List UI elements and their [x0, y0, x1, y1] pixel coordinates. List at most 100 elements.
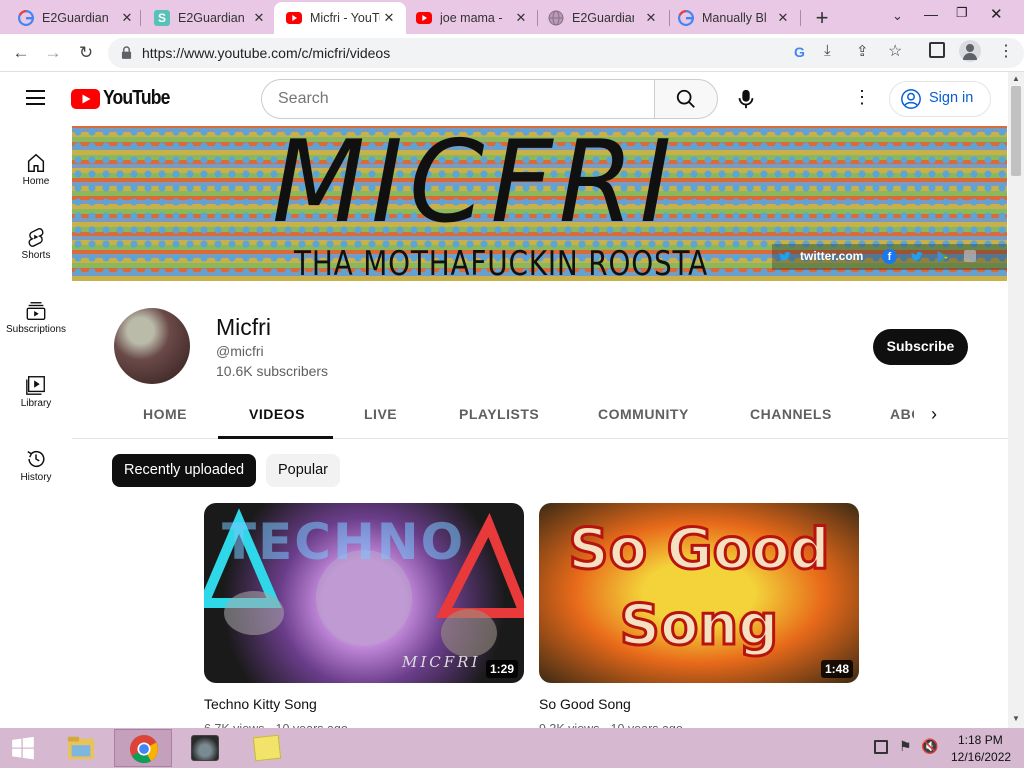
address-bar[interactable]: https://www.youtube.com/c/micfri/videos …	[108, 38, 1024, 68]
close-tab-icon[interactable]: ✕	[774, 9, 792, 27]
browser-tab-micfri-youtube[interactable]: Micfri - YouTube ✕	[274, 2, 406, 34]
action-center-flag-icon[interactable]: ⚑	[899, 738, 912, 755]
profile-avatar-icon[interactable]	[959, 40, 981, 62]
settings-menu-icon[interactable]: ⋮	[853, 87, 871, 108]
forward-button[interactable]: →	[40, 40, 66, 66]
google-lens-icon[interactable]: G	[794, 44, 805, 60]
tab-search-chevron-icon[interactable]: ⌄	[892, 8, 903, 24]
tab-about[interactable]: ABOUT	[890, 406, 914, 422]
sticky-notes-icon	[252, 734, 282, 762]
subscriber-count: 10.6K subscribers	[216, 363, 329, 379]
google-icon	[18, 10, 34, 26]
more-links-icon[interactable]	[964, 250, 976, 262]
browser-tab-e2guardian-2[interactable]: S E2Guardian ✕	[142, 2, 272, 34]
channel-name: Micfri	[216, 314, 271, 340]
chip-popular[interactable]: Popular	[266, 454, 340, 487]
youtube-wordmark: YouTube	[103, 87, 170, 109]
google-icon	[678, 10, 694, 26]
chip-recently-uploaded[interactable]: Recently uploaded	[112, 454, 257, 487]
tab-videos[interactable]: VIDEOS	[249, 406, 305, 422]
tab-home[interactable]: HOME	[143, 406, 187, 422]
guide-item-history[interactable]: History	[0, 432, 72, 506]
video-thumbnail[interactable]: TECHNO MICFRI 1:29	[204, 503, 524, 683]
search-button[interactable]	[654, 79, 718, 119]
tab-divider	[537, 10, 538, 26]
browser-menu-icon[interactable]: ⋮	[998, 41, 1014, 61]
thumbnail-text-line-1: So Good	[567, 516, 831, 584]
guide-item-library[interactable]: Library	[0, 358, 72, 432]
share-icon[interactable]: ⇪	[856, 42, 869, 60]
twitter-icon[interactable]	[910, 250, 924, 264]
new-tab-button[interactable]: +	[812, 5, 832, 31]
youtube-logo[interactable]: YouTube	[71, 87, 170, 111]
side-panel-icon[interactable]	[929, 42, 945, 58]
browser-tab-joe-mama[interactable]: joe mama - YouTube ✕	[408, 2, 536, 34]
file-explorer-icon	[67, 736, 95, 760]
banner-link-label[interactable]: twitter.com	[800, 249, 863, 263]
scroll-down-arrow-icon[interactable]: ▼	[1012, 714, 1020, 723]
tab-title: joe mama - YouTube	[440, 11, 506, 25]
reload-button[interactable]: ↻	[73, 40, 99, 66]
close-tab-icon[interactable]: ✕	[512, 9, 530, 27]
channel-avatar[interactable]	[114, 308, 190, 384]
tab-live[interactable]: LIVE	[364, 406, 397, 422]
s-icon: S	[154, 10, 170, 26]
minimize-window-button[interactable]: —	[924, 6, 938, 22]
taskbar-time[interactable]: 1:18 PM	[958, 733, 1003, 747]
guide-item-shorts[interactable]: Shorts	[0, 210, 72, 284]
guide-item-label: History	[20, 472, 52, 483]
banner-subtitle-text: THA MOTHAFUCKIN ROOSTA	[294, 244, 709, 281]
chevron-right-icon[interactable]: ›	[931, 404, 937, 425]
scroll-up-arrow-icon[interactable]: ▲	[1012, 74, 1020, 83]
browser-toolbar: ← → ↻ https://www.youtube.com/c/micfri/v…	[0, 34, 1024, 72]
thumbnail-signature: MICFRI	[402, 653, 481, 671]
lock-icon	[121, 46, 132, 59]
sign-in-button[interactable]: Sign in	[889, 81, 991, 117]
install-app-icon[interactable]: ⤓	[824, 42, 831, 59]
page-scrollbar[interactable]: ▲ ▼	[1008, 72, 1024, 728]
youtube-icon	[286, 12, 302, 24]
subscribe-button[interactable]: Subscribe	[873, 329, 968, 365]
facebook-icon[interactable]: f	[882, 249, 897, 264]
tab-playlists[interactable]: PLAYLISTS	[459, 406, 539, 422]
guide-item-home[interactable]: Home	[0, 136, 72, 210]
close-tab-icon[interactable]: ✕	[118, 9, 136, 27]
volume-muted-icon[interactable]: 🔇	[921, 738, 938, 755]
browser-tab-e2guardian-1[interactable]: E2Guardian ✕	[6, 2, 138, 34]
google-play-icon[interactable]	[936, 250, 950, 264]
twitter-icon[interactable]	[778, 250, 792, 264]
guide-item-subscriptions[interactable]: Subscriptions	[0, 284, 72, 358]
close-window-button[interactable]: ✕	[990, 5, 1003, 23]
tab-title: E2Guardian	[178, 11, 245, 25]
close-tab-icon[interactable]: ✕	[380, 9, 398, 27]
scrollbar-thumb[interactable]	[1011, 86, 1021, 176]
home-icon	[27, 153, 45, 172]
taskbar-date[interactable]: 12/16/2022	[951, 750, 1011, 764]
bookmark-star-icon[interactable]: ☆	[888, 41, 902, 61]
microphone-icon[interactable]	[735, 88, 757, 110]
tab-channels[interactable]: CHANNELS	[750, 406, 832, 422]
close-tab-icon[interactable]: ✕	[642, 9, 660, 27]
thumbnail-text-line-2: Song	[618, 592, 780, 660]
tab-divider	[669, 10, 670, 26]
taskbar-file-explorer[interactable]	[52, 729, 110, 767]
video-title[interactable]: So Good Song	[539, 696, 631, 712]
guide-item-label: Subscriptions	[5, 324, 67, 335]
tab-community[interactable]: COMMUNITY	[598, 406, 689, 422]
browser-tab-e2guardian-3[interactable]: E2Guardian ✕	[540, 2, 670, 34]
close-tab-icon[interactable]: ✕	[250, 9, 268, 27]
video-title[interactable]: Techno Kitty Song	[204, 696, 317, 712]
windows-start-icon[interactable]	[10, 735, 36, 761]
network-icon[interactable]	[874, 740, 888, 754]
restore-window-button[interactable]: ❐	[956, 5, 968, 21]
chrome-icon	[129, 734, 159, 764]
taskbar-app-window[interactable]	[176, 729, 234, 767]
taskbar-chrome[interactable]	[114, 729, 172, 767]
taskbar-sticky-notes[interactable]	[238, 729, 296, 767]
back-button[interactable]: ←	[8, 40, 34, 66]
tab-title: Manually Bl	[702, 11, 767, 25]
search-input[interactable]: Search	[261, 79, 655, 119]
video-thumbnail[interactable]: So Good Song 1:48	[539, 503, 859, 683]
guide-menu-icon[interactable]	[26, 90, 45, 105]
browser-tab-manually-blocked[interactable]: Manually Bl ✕	[672, 2, 800, 34]
